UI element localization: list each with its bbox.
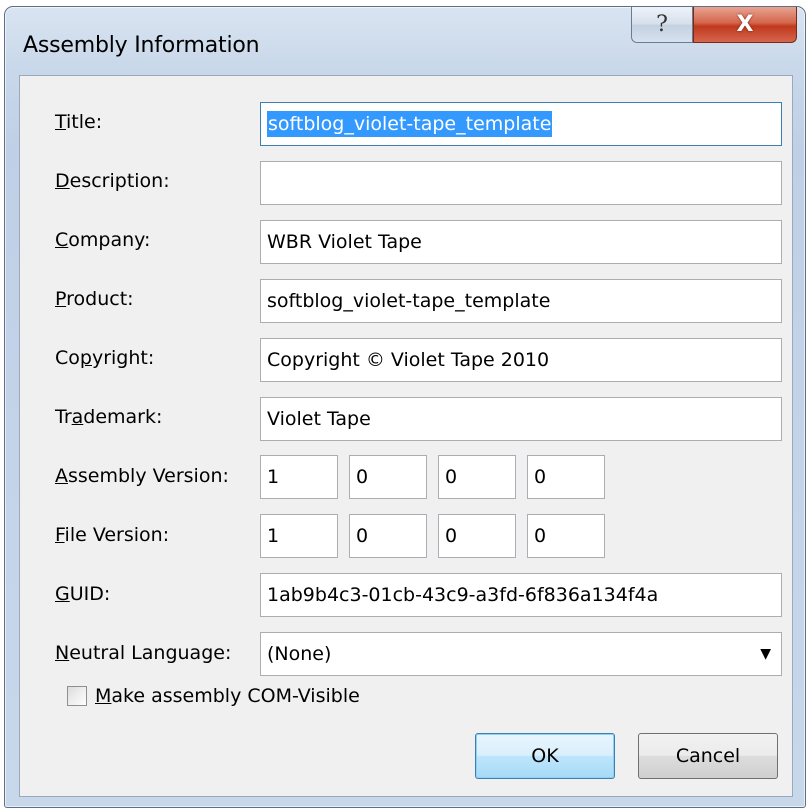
neutral-language-label: Neutral Language: [55,642,232,664]
close-button[interactable]: X [693,7,797,43]
description-input[interactable] [260,161,782,205]
file-version-label: File Version: [55,524,170,546]
assembly-version-revision[interactable]: 0 [527,455,605,499]
title-input[interactable]: softblog_violet-tape_template [260,102,782,146]
trademark-input[interactable]: Violet Tape [260,397,782,441]
guid-input[interactable]: 1ab9b4c3-01cb-43c9-a3fd-6f836a134f4a [260,573,782,617]
file-version-major[interactable]: 1 [260,514,338,558]
help-button[interactable]: ? [631,7,693,43]
assembly-information-dialog: Assembly Information ? X Title: softblog… [4,6,806,808]
cancel-button[interactable]: Cancel [638,733,778,779]
file-version-minor[interactable]: 0 [349,514,427,558]
description-label: Description: [55,170,170,192]
product-label: Product: [55,288,134,310]
assembly-version-minor[interactable]: 0 [349,455,427,499]
neutral-language-select[interactable]: (None) ▼ [260,632,782,676]
dialog-client-area: Title: softblog_violet-tape_template Des… [19,75,793,797]
chevron-down-icon[interactable]: ▼ [760,633,771,675]
close-icon: X [736,12,754,37]
trademark-label: Trademark: [55,406,163,428]
ok-button[interactable]: OK [475,733,615,779]
neutral-language-value: (None) [267,643,332,665]
product-input[interactable]: softblog_violet-tape_template [260,279,782,323]
copyright-label: Copyright: [55,347,155,369]
copyright-input[interactable]: Copyright © Violet Tape 2010 [260,338,782,382]
assembly-version-label: Assembly Version: [55,465,229,487]
title-label: Title: [55,111,103,133]
help-icon: ? [656,12,668,37]
assembly-version-major[interactable]: 1 [260,455,338,499]
com-visible-checkbox[interactable] [67,686,87,706]
company-input[interactable]: WBR Violet Tape [260,220,782,264]
assembly-version-build[interactable]: 0 [438,455,516,499]
company-label: Company: [55,229,151,251]
file-version-build[interactable]: 0 [438,514,516,558]
com-visible-label[interactable]: Make assembly COM-Visible [95,684,360,708]
file-version-revision[interactable]: 0 [527,514,605,558]
guid-label: GUID: [55,583,111,605]
dialog-title: Assembly Information [23,33,260,58]
